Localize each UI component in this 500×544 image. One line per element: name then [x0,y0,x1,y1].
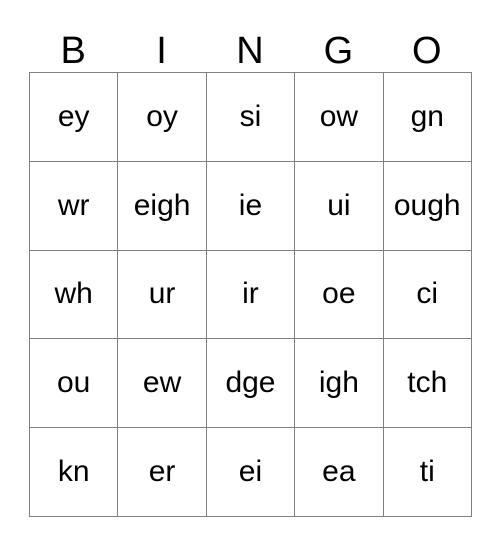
bingo-cell[interactable]: ci [383,250,472,340]
column-header-b: B [60,30,86,72]
column-header-o: O [411,30,442,72]
bingo-cell[interactable]: ie [206,161,296,251]
bingo-cell[interactable]: oy [118,73,207,162]
bingo-cell[interactable]: ea [295,428,384,517]
bingo-cell[interactable]: tch [383,339,472,429]
column-header-i: I [156,30,167,72]
bingo-cell[interactable]: ui [295,161,384,251]
bingo-cell[interactable]: igh [295,339,384,429]
bingo-cell[interactable]: si [206,73,296,162]
bingo-cell[interactable]: ow [295,73,384,162]
bingo-cell[interactable]: kn [30,428,119,517]
bingo-cell[interactable]: oe [295,250,384,340]
column-header-n: N [236,30,264,72]
bingo-cell[interactable]: ir [206,250,296,340]
bingo-row: ou ew dge igh tch [30,339,472,429]
bingo-cell[interactable]: wh [30,250,119,340]
bingo-row: wr eigh ie ui ough [30,161,472,251]
bingo-cell[interactable]: ey [30,73,119,162]
bingo-cell[interactable]: ti [383,428,472,517]
bingo-cell[interactable]: ou [30,339,119,429]
bingo-row: wh ur ir oe ci [30,250,472,340]
bingo-cell[interactable]: ei [206,428,296,517]
bingo-cell[interactable]: eigh [118,161,207,251]
bingo-cell[interactable]: ew [118,339,207,429]
bingo-cell[interactable]: gn [383,73,472,162]
bingo-cell[interactable]: ough [383,161,472,251]
bingo-cell[interactable]: dge [206,339,296,429]
bingo-row: ey oy si ow gn [30,73,472,162]
bingo-grid: ey oy si ow gn wr eigh ie ui ough wh ur … [29,72,472,517]
bingo-header-row: B I N G O [29,22,471,72]
bingo-cell[interactable]: er [118,428,207,517]
bingo-cell[interactable]: ur [118,250,207,340]
bingo-cell[interactable]: wr [30,161,119,251]
bingo-card: B I N G O ey oy si ow gn wr eigh ie ui o… [29,22,472,517]
column-header-g: G [323,30,354,72]
bingo-row: kn er ei ea ti [30,428,472,517]
